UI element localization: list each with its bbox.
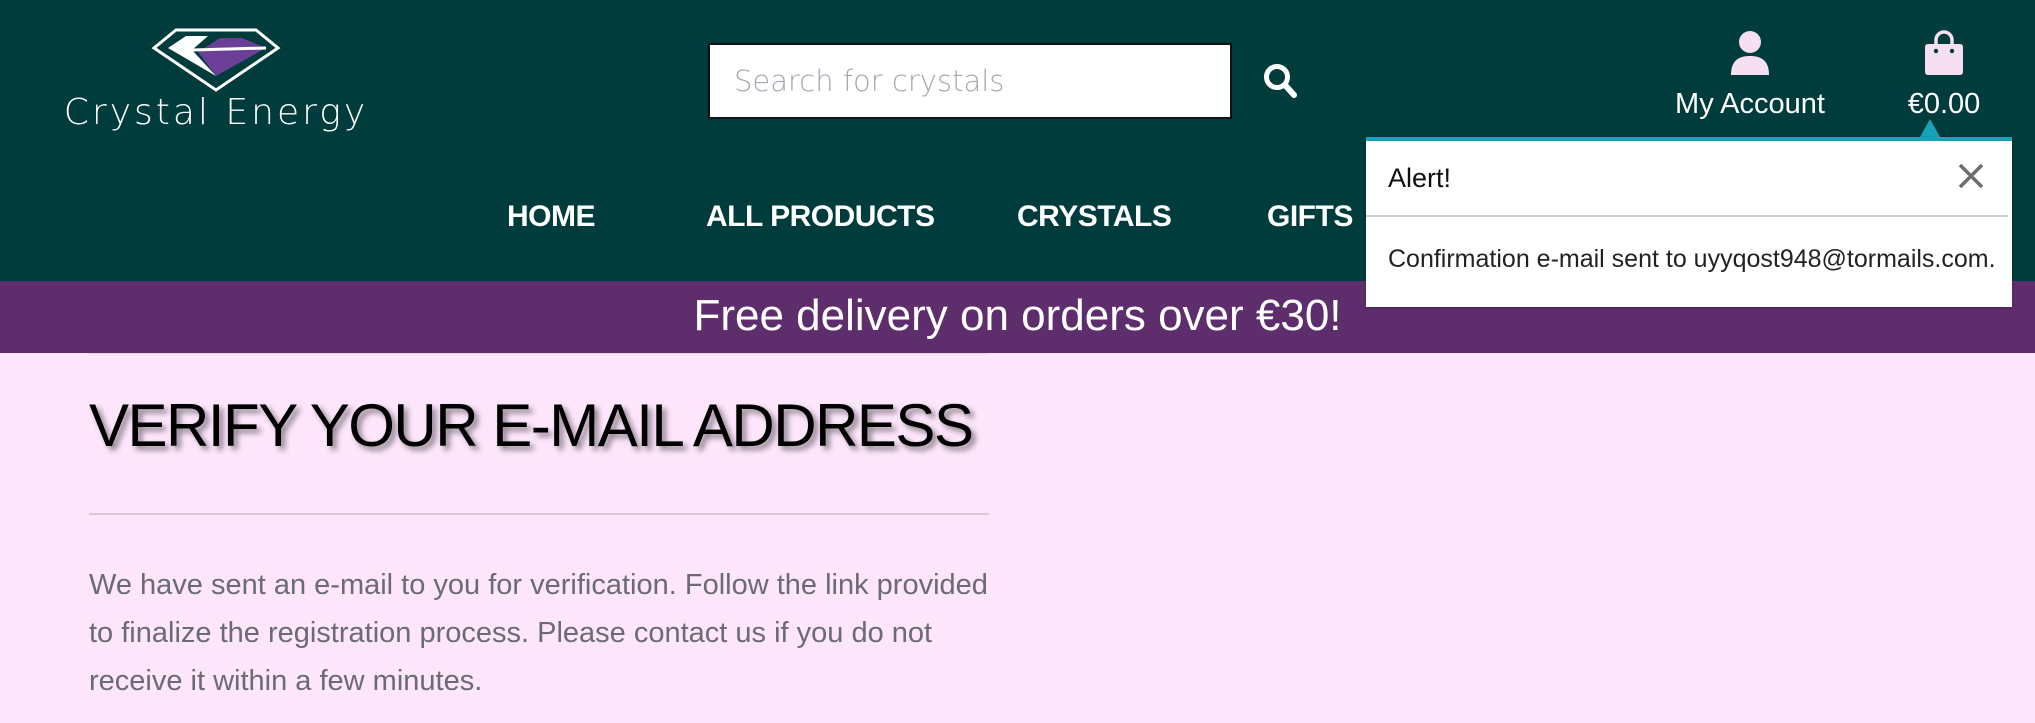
title-divider [89, 513, 989, 515]
verification-message: We have sent an e-mail to you for verifi… [89, 569, 988, 697]
brand-name: Crystal Energy [63, 92, 369, 133]
alert-message: Confirmation e-mail sent to uyyqost948@t… [1388, 245, 1996, 273]
my-account-label: My Account [1675, 88, 1825, 120]
nav-item-crystals[interactable]: CRYSTALS [1017, 200, 1172, 234]
nav-item-all-products[interactable]: ALL PRODUCTS [706, 200, 935, 234]
alert-toast: Alert! Confirmation e-mail sent to uyyqo… [1366, 137, 2012, 307]
top-divider [89, 353, 989, 354]
nav-item-home[interactable]: HOME [507, 200, 596, 234]
search-button[interactable] [1262, 62, 1298, 100]
alert-pointer [1920, 119, 1940, 137]
cart-total: €0.00 [1907, 88, 1981, 120]
brand-logo[interactable]: Crystal Energy [56, 28, 376, 136]
alert-title: Alert! [1388, 163, 1452, 193]
my-account-link[interactable]: My Account [1670, 30, 1830, 125]
nav-item-gifts[interactable]: GIFTS [1267, 200, 1353, 234]
cart-link[interactable]: €0.00 [1894, 30, 1994, 125]
main-nav: HOME ALL PRODUCTS CRYSTALS GIFTS [0, 200, 1366, 250]
user-icon [1731, 31, 1769, 75]
search-icon [1264, 64, 1297, 98]
shopping-bag-icon [1925, 30, 1963, 75]
page-title: VERIFY YOUR E-MAIL ADDRESS [89, 392, 974, 459]
search-box [708, 43, 1232, 119]
search-input[interactable] [710, 45, 1230, 117]
alert-header: Alert! [1366, 141, 2008, 217]
crystal-logo-icon [151, 28, 281, 92]
alert-close-button[interactable] [1956, 161, 1986, 191]
close-icon [1958, 163, 1984, 189]
